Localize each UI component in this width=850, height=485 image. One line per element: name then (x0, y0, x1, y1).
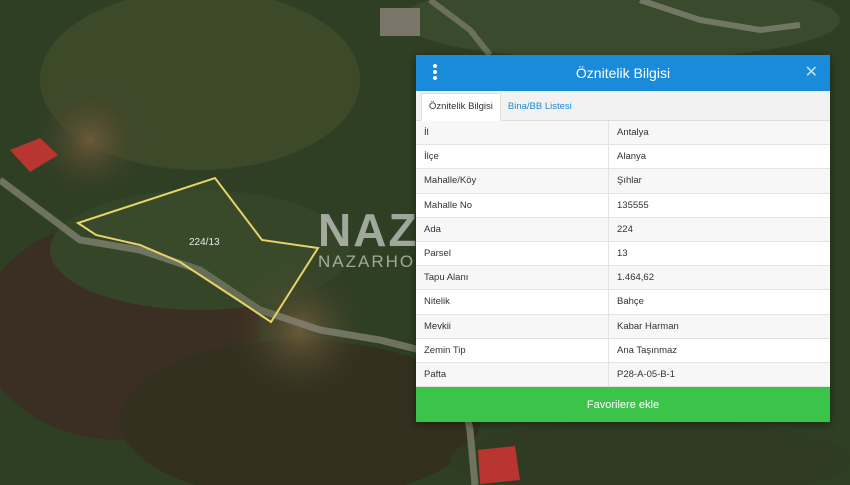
attribute-key: Pafta (416, 362, 609, 388)
attribute-key: Tapu Alanı (416, 265, 609, 291)
attribute-table: İl Antalya İlçe Alanya Mahalle/Köy Şıhlar Maha… (416, 121, 830, 388)
attribute-value: 1.464,62 (608, 265, 830, 291)
table-row: İl Antalya (416, 121, 830, 146)
attribute-value: P28-A-05-B-1 (608, 362, 830, 388)
attribute-panel: Öznitelik Bilgisi ✕ Öznitelik Bilgisi Bi… (416, 55, 830, 422)
table-row: Nitelik Bahçe (416, 289, 830, 315)
attribute-value: 224 (608, 217, 830, 242)
attribute-key: Mevkii (416, 314, 609, 339)
panel-title: Öznitelik Bilgisi (575, 65, 671, 81)
attribute-value: Şıhlar (608, 168, 830, 194)
attribute-value: Ana Taşınmaz (608, 338, 830, 363)
table-row: Zemin Tip Ana Taşınmaz (416, 338, 830, 363)
table-row: Pafta P28-A-05-B-1 (416, 362, 830, 388)
attribute-key: Zemin Tip (416, 338, 609, 363)
attribute-key: İlçe (416, 144, 609, 170)
attribute-value: 135555 (608, 193, 830, 218)
attribute-value: Kabar Harman (608, 314, 830, 339)
attribute-key: Mahalle No (416, 193, 609, 218)
attribute-value: Alanya (608, 144, 830, 170)
table-row: Mahalle No 135555 (416, 193, 830, 218)
attribute-key: Parsel (416, 241, 609, 267)
close-icon[interactable]: ✕ (805, 63, 818, 83)
panel-header: Öznitelik Bilgisi ✕ (416, 55, 830, 91)
table-row: Tapu Alanı 1.464,62 (416, 265, 830, 291)
attribute-key: Ada (416, 217, 609, 242)
tab-bar: Öznitelik Bilgisi Bina/BB Listesi (416, 91, 830, 121)
table-row: Ada 224 (416, 217, 830, 242)
attribute-key: Mahalle/Köy (416, 168, 609, 194)
tab-attribute-info[interactable]: Öznitelik Bilgisi (421, 93, 501, 121)
kebab-menu-icon[interactable] (428, 64, 442, 82)
tab-building-list[interactable]: Bina/BB Listesi (501, 94, 579, 120)
attribute-key: Nitelik (416, 289, 609, 315)
attribute-value: Bahçe (608, 289, 830, 315)
attribute-value: 13 (608, 241, 830, 267)
add-to-favorites-button[interactable]: Favorilere ekle (416, 387, 830, 422)
table-row: Parsel 13 (416, 241, 830, 267)
table-row: Mevkii Kabar Harman (416, 314, 830, 339)
table-row: Mahalle/Köy Şıhlar (416, 168, 830, 194)
attribute-key: İl (416, 121, 609, 146)
parcel-label: 224/13 (189, 237, 220, 248)
attribute-value: Antalya (608, 121, 830, 146)
table-row: İlçe Alanya (416, 144, 830, 170)
